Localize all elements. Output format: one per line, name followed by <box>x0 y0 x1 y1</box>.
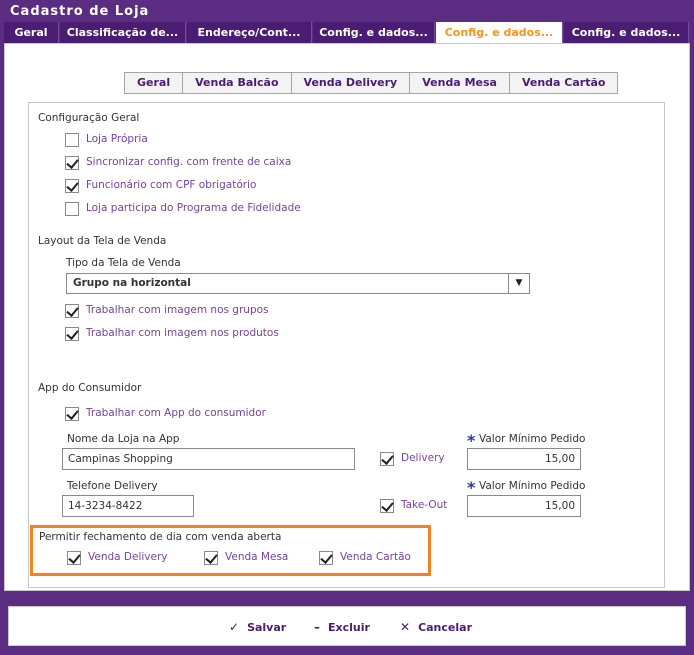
store-registration-window: Cadastro de Loja Geral Classificação de.… <box>0 0 694 655</box>
subtab-geral[interactable]: Geral <box>124 72 184 94</box>
save-label: Salvar <box>247 621 287 634</box>
subtab-venda-delivery[interactable]: Venda Delivery <box>290 72 411 94</box>
label-usar-app[interactable]: Trabalhar com App do consumidor <box>86 407 266 419</box>
label-fechamento-cartao[interactable]: Venda Cartão <box>340 551 411 563</box>
checkbox-delivery[interactable] <box>380 452 394 466</box>
label-valor-minimo-2: Valor Mínimo Pedido <box>479 480 586 492</box>
section-title-app: App do Consumidor <box>38 382 142 394</box>
checkbox-programa-fidelidade[interactable] <box>65 202 79 216</box>
delete-label: Excluir <box>328 621 370 634</box>
subtab-venda-mesa[interactable]: Venda Mesa <box>409 72 510 94</box>
checkbox-fechamento-delivery[interactable] <box>67 551 81 565</box>
subtab-venda-cartao[interactable]: Venda Cartão <box>508 72 619 94</box>
input-valor-minimo-delivery[interactable]: 15,00 <box>467 448 581 470</box>
select-tipo-tela-value: Grupo na horizontal <box>73 277 191 289</box>
checkbox-funcionario-cpf[interactable] <box>65 179 79 193</box>
label-fechamento-delivery[interactable]: Venda Delivery <box>88 551 168 563</box>
check-icon: ✓ <box>229 620 240 634</box>
label-valor-minimo-1: Valor Mínimo Pedido <box>479 433 586 445</box>
label-imagem-grupos[interactable]: Trabalhar com imagem nos grupos <box>86 304 269 316</box>
select-tipo-tela[interactable]: Grupo na horizontal ▼ <box>66 273 530 294</box>
tab-config-dados-3[interactable]: Config. e dados... <box>564 22 689 43</box>
section-title-config-geral: Configuração Geral <box>38 112 140 124</box>
checkbox-fechamento-mesa[interactable] <box>204 551 218 565</box>
input-telefone[interactable]: 14-3234-8422 <box>62 495 194 517</box>
delete-button[interactable]: – Excluir <box>314 620 370 634</box>
checkbox-imagem-grupos[interactable] <box>65 304 79 318</box>
save-button[interactable]: ✓ Salvar <box>229 620 286 634</box>
label-nome-loja: Nome da Loja na App <box>67 433 180 445</box>
window-title: Cadastro de Loja <box>10 4 150 19</box>
label-sincronizar-config[interactable]: Sincronizar config. com frente de caixa <box>86 156 291 168</box>
tab-geral[interactable]: Geral <box>4 22 59 43</box>
label-telefone: Telefone Delivery <box>67 480 158 492</box>
label-funcionario-cpf[interactable]: Funcionário com CPF obrigatório <box>86 179 256 191</box>
checkbox-usar-app[interactable] <box>65 407 79 421</box>
input-nome-loja[interactable]: Campinas Shopping <box>62 448 355 470</box>
cancel-button[interactable]: ✕ Cancelar <box>400 620 472 634</box>
tab-config-dados-1[interactable]: Config. e dados... <box>313 22 435 43</box>
tab-endereco-contato[interactable]: Endereço/Cont... <box>187 22 312 43</box>
footer-actions: ✓ Salvar – Excluir ✕ Cancelar <box>8 606 686 646</box>
label-imagem-produtos[interactable]: Trabalhar com imagem nos produtos <box>86 327 279 339</box>
close-icon: ✕ <box>400 620 411 634</box>
checkbox-imagem-produtos[interactable] <box>65 327 79 341</box>
input-valor-minimo-takeout[interactable]: 15,00 <box>467 495 581 517</box>
section-title-fechamento: Permitir fechamento de dia com venda abe… <box>39 531 282 543</box>
subtab-venda-balcao[interactable]: Venda Balcão <box>182 72 292 94</box>
label-programa-fidelidade[interactable]: Loja participa do Programa de Fidelidade <box>86 202 301 214</box>
label-take-out[interactable]: Take-Out <box>401 499 447 511</box>
cancel-label: Cancelar <box>418 621 472 634</box>
label-tipo-tela: Tipo da Tela de Venda <box>66 257 181 269</box>
tab-classificacao[interactable]: Classificação de... <box>60 22 186 43</box>
checkbox-sincronizar-config[interactable] <box>65 156 79 170</box>
label-fechamento-mesa[interactable]: Venda Mesa <box>225 551 288 563</box>
sub-tabs: Geral Venda Balcão Venda Delivery Venda … <box>124 72 619 94</box>
tab-config-dados-active[interactable]: Config. e dados... <box>436 22 563 43</box>
required-star-icon: * <box>467 478 476 497</box>
minus-icon: – <box>314 620 320 634</box>
label-delivery[interactable]: Delivery <box>401 452 445 464</box>
label-loja-propria[interactable]: Loja Própria <box>86 133 148 145</box>
required-star-icon: * <box>467 431 476 450</box>
section-title-layout: Layout da Tela de Venda <box>38 235 167 247</box>
checkbox-fechamento-cartao[interactable] <box>319 551 333 565</box>
chevron-down-icon[interactable]: ▼ <box>508 274 529 293</box>
checkbox-take-out[interactable] <box>380 499 394 513</box>
checkbox-loja-propria[interactable] <box>65 133 79 147</box>
